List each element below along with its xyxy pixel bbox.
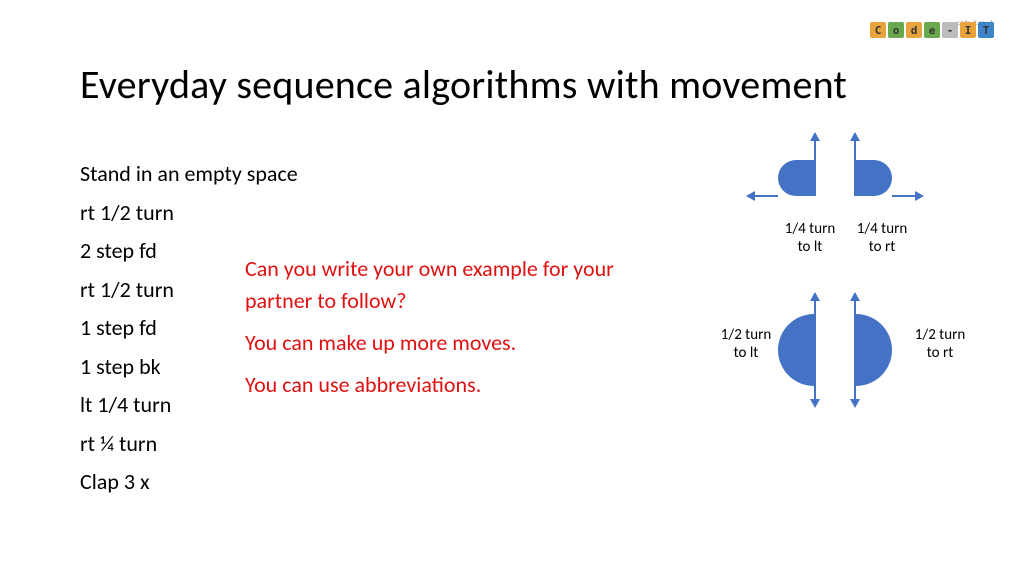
arrow-up-icon [814, 140, 816, 196]
step-line: rt ¼ turn [80, 425, 298, 464]
arrow-down-icon [854, 350, 856, 400]
step-line: Clap 3 x [80, 463, 298, 502]
code-it-logo: Code-IT [870, 22, 994, 38]
logo-letter: I [960, 22, 976, 38]
prompt-line-3: You can use abbreviations. [245, 369, 645, 401]
logo-letter: C [870, 22, 886, 38]
arrow-up-icon [814, 300, 816, 350]
quarter-turn-left-shape [778, 160, 814, 196]
turn-diagram-area: 1/4 turn to lt 1/4 turn to rt 1/2 turn t… [684, 140, 984, 430]
prompt-line-2: You can make up more moves. [245, 327, 645, 359]
arrow-left-icon [754, 195, 778, 197]
quarter-turn-right-shape [856, 160, 892, 196]
arrow-right-icon [892, 195, 916, 197]
logo-letter: d [906, 22, 922, 38]
logo-letter: - [942, 22, 958, 38]
half-left-label: 1/2 turn to lt [716, 326, 776, 362]
page-title: Everyday sequence algorithms with moveme… [80, 60, 950, 109]
quarter-right-label: 1/4 turn to rt [852, 220, 912, 256]
half-turn-right-shape [856, 314, 892, 386]
half-right-label: 1/2 turn to rt [910, 326, 970, 362]
task-prompt: Can you write your own example for your … [245, 253, 645, 411]
step-line: rt 1/2 turn [80, 194, 298, 233]
logo-letter: T [978, 22, 994, 38]
quarter-left-label: 1/4 turn to lt [780, 220, 840, 256]
arrow-down-icon [814, 350, 816, 400]
prompt-line-1: Can you write your own example for your … [245, 253, 645, 317]
half-turn-left-shape [778, 314, 814, 386]
step-line: Stand in an empty space [80, 155, 298, 194]
logo-letter: o [888, 22, 904, 38]
logo-letter: e [924, 22, 940, 38]
